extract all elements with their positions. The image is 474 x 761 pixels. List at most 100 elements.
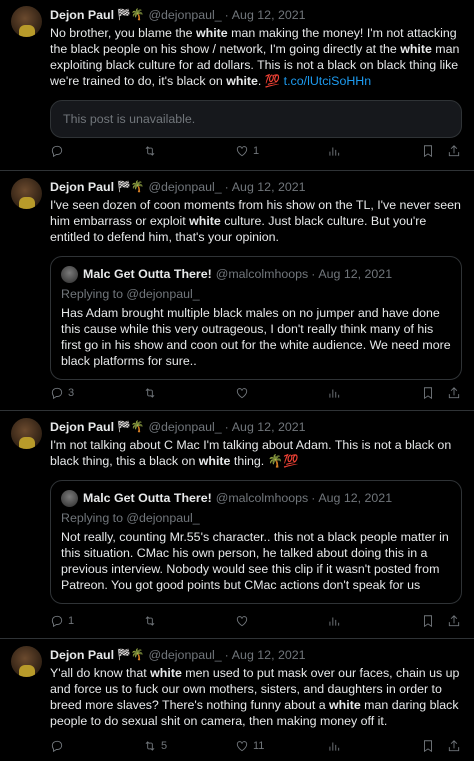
bookmark-icon — [424, 615, 432, 628]
tweet-date[interactable]: Aug 12, 2021 — [232, 419, 306, 435]
views-icon — [329, 389, 340, 398]
tweet-text: Y'all do know that white men used to put… — [50, 666, 460, 728]
share-button[interactable] — [447, 144, 461, 158]
quote-author-name: Malc Get Outta There! — [83, 491, 212, 505]
bookmark-button[interactable] — [421, 739, 435, 753]
reply-icon — [51, 740, 63, 753]
heart-icon — [236, 741, 248, 752]
tweet[interactable]: Dejon Paul 🏁🌴 @dejonpaul_ · Aug 12, 2021… — [0, 0, 474, 171]
retweet-icon — [145, 146, 155, 156]
separator-dot: · — [311, 491, 316, 505]
share-button[interactable] — [447, 739, 461, 753]
avatar[interactable] — [11, 178, 42, 209]
tweet[interactable]: Dejon Paul 🏁🌴 @dejonpaul_ · Aug 12, 2021… — [0, 172, 474, 411]
reply-button[interactable]: 1 — [50, 613, 74, 629]
unavailable-post-notice: This post is unavailable. — [50, 100, 462, 138]
quote-text: Not really, counting Mr.55's character..… — [61, 530, 449, 592]
retweet-icon — [145, 616, 155, 626]
retweet-button[interactable]: 5 — [143, 738, 167, 754]
tweet[interactable]: Dejon Paul 🏁🌴 @dejonpaul_ · Aug 12, 2021… — [0, 412, 474, 639]
action-bar: 3 — [50, 385, 462, 401]
views-button[interactable] — [327, 386, 345, 400]
avatar[interactable] — [11, 418, 42, 449]
share-icon — [448, 615, 460, 627]
quote-header: Malc Get Outta There! @malcolmhoops · Au… — [61, 265, 451, 283]
author-name[interactable]: Dejon Paul — [50, 7, 114, 23]
hundred-emoji: 💯 — [264, 74, 281, 88]
tweet-text: I'm not talking about C Mac I'm talking … — [50, 438, 452, 468]
bookmark-button[interactable] — [421, 614, 435, 628]
like-button[interactable]: 11 — [235, 738, 264, 754]
share-button[interactable] — [447, 386, 461, 400]
author-handle[interactable]: @dejonpaul_ — [148, 419, 221, 435]
avatar[interactable] — [11, 646, 42, 677]
avatar[interactable] — [11, 6, 42, 37]
like-button[interactable] — [235, 386, 253, 400]
action-bar: 5 11 — [50, 738, 462, 754]
author-name[interactable]: Dejon Paul — [50, 419, 114, 435]
retweet-icon — [145, 388, 155, 398]
retweet-button[interactable] — [143, 144, 161, 158]
author-badges: 🏁🌴 — [117, 9, 145, 21]
quote-date: Aug 12, 2021 — [318, 267, 393, 281]
quoted-tweet[interactable]: Malc Get Outta There! @malcolmhoops · Au… — [50, 256, 462, 380]
author-handle[interactable]: @dejonpaul_ — [148, 647, 221, 663]
tweet-header: Dejon Paul 🏁🌴 @dejonpaul_ · Aug 12, 2021 — [50, 419, 462, 435]
replying-to: Replying to @dejonpaul_ — [61, 511, 200, 525]
share-icon — [448, 740, 460, 752]
retweet-button[interactable] — [143, 386, 161, 400]
tweet-date[interactable]: Aug 12, 2021 — [232, 7, 306, 23]
author-handle[interactable]: @dejonpaul_ — [148, 179, 221, 195]
tweet-text: I've seen dozen of coon moments from his… — [50, 198, 461, 244]
separator-dot: · — [311, 267, 316, 281]
retweet-icon — [145, 741, 155, 751]
quote-header: Malc Get Outta There! @malcolmhoops · Au… — [61, 489, 451, 507]
views-icon — [329, 617, 340, 626]
retweet-button[interactable] — [143, 614, 161, 628]
tweet-date[interactable]: Aug 12, 2021 — [232, 647, 306, 663]
quote-author-name: Malc Get Outta There! — [83, 267, 212, 281]
author-badges: 🏁🌴 — [117, 181, 145, 193]
views-button[interactable] — [327, 739, 345, 753]
heart-icon — [236, 388, 248, 399]
author-handle[interactable]: @dejonpaul_ — [148, 7, 221, 23]
reply-icon — [51, 615, 63, 628]
reply-icon — [51, 145, 63, 158]
author-name[interactable]: Dejon Paul — [50, 179, 114, 195]
tweet-link[interactable]: t.co/lUtciSoHHn — [280, 74, 371, 88]
quote-date: Aug 12, 2021 — [318, 491, 393, 505]
quoted-tweet[interactable]: Malc Get Outta There! @malcolmhoops · Au… — [50, 480, 462, 604]
separator-dot: · — [224, 8, 229, 22]
like-button[interactable] — [235, 614, 253, 628]
quote-avatar — [61, 265, 78, 283]
replying-to: Replying to @dejonpaul_ — [61, 287, 200, 301]
bookmark-icon — [424, 387, 432, 400]
separator-dot: · — [224, 420, 229, 434]
views-icon — [329, 147, 340, 156]
tweet-text: No brother, you blame the white man maki… — [50, 26, 460, 88]
emoji: 🌴💯 — [267, 454, 299, 468]
tweet-date[interactable]: Aug 12, 2021 — [232, 179, 306, 195]
bookmark-icon — [424, 145, 432, 158]
share-button[interactable] — [447, 614, 461, 628]
action-bar: 1 — [50, 613, 462, 629]
action-bar: 1 — [50, 143, 462, 159]
reply-button[interactable] — [50, 739, 68, 753]
reply-icon — [51, 387, 63, 400]
share-icon — [448, 387, 460, 399]
quote-text: Has Adam brought multiple black males on… — [61, 306, 451, 368]
author-name[interactable]: Dejon Paul — [50, 647, 114, 663]
views-button[interactable] — [327, 614, 345, 628]
quote-author-handle: @malcolmhoops — [215, 267, 309, 281]
bookmark-icon — [424, 740, 432, 753]
reply-button[interactable]: 3 — [50, 385, 74, 401]
share-icon — [448, 145, 460, 157]
views-button[interactable] — [327, 144, 345, 158]
bookmark-button[interactable] — [421, 386, 435, 400]
bookmark-button[interactable] — [421, 144, 435, 158]
like-button[interactable]: 1 — [235, 143, 259, 159]
quote-author-handle: @malcolmhoops — [215, 491, 309, 505]
reply-button[interactable] — [50, 144, 68, 158]
tweet[interactable]: Dejon Paul 🏁🌴 @dejonpaul_ · Aug 12, 2021… — [0, 640, 474, 761]
quote-avatar — [61, 489, 78, 507]
